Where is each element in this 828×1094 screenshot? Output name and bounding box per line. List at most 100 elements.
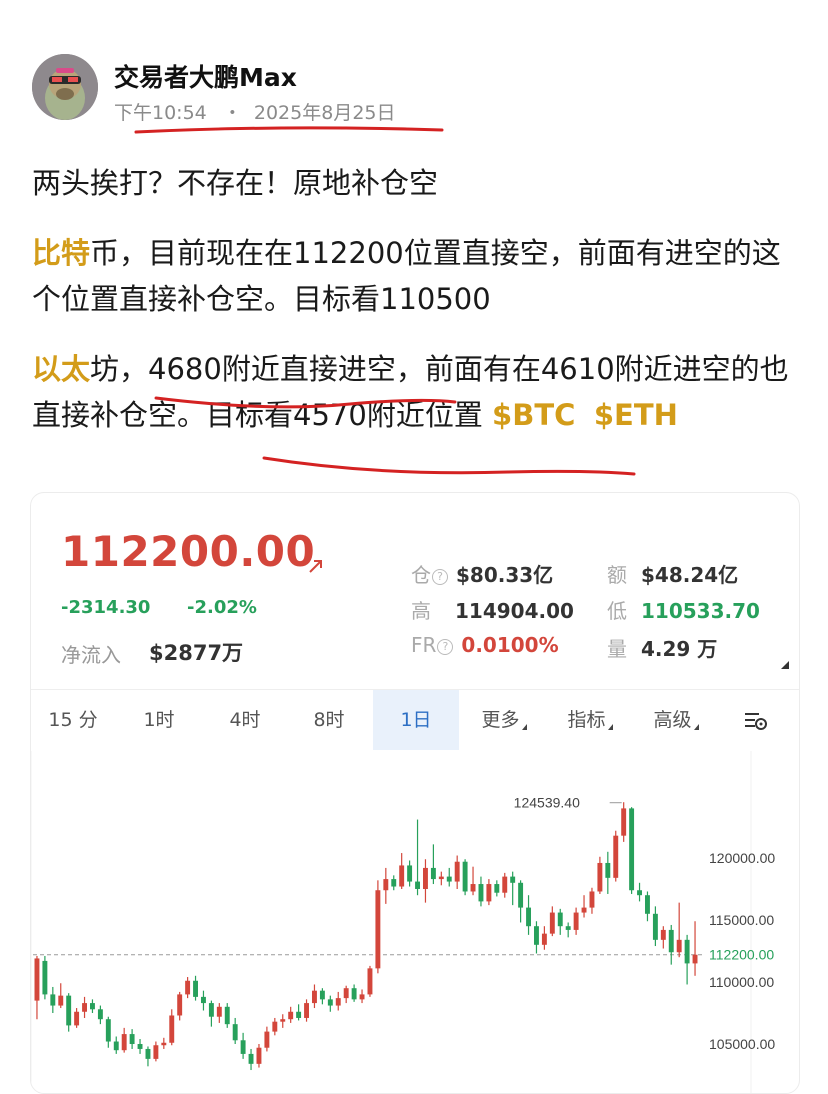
tab-advanced[interactable]: 高级 — [635, 690, 717, 750]
candle-body — [597, 862, 603, 892]
post-date: 2025年8月25日 — [253, 102, 396, 124]
candle-body — [193, 980, 198, 997]
candle-body — [430, 867, 436, 880]
candle-body — [216, 1006, 222, 1017]
market-card[interactable]: 112200.00 -2314.30 -2.02% 净流入 $2877万 仓? $… — [30, 492, 800, 1094]
candle-body — [589, 891, 595, 908]
candle-body — [319, 990, 325, 1000]
help-icon[interactable]: ? — [437, 639, 454, 655]
max-price-label: 124539.40 — [514, 795, 580, 811]
last-price: 112200.00 — [61, 527, 316, 576]
candle-body — [351, 988, 357, 1000]
chart-settings-icon[interactable] — [743, 709, 769, 733]
high-label: 高 — [411, 599, 431, 623]
candle-body — [470, 884, 476, 892]
candle-body — [645, 895, 650, 914]
candle-body — [34, 958, 40, 1001]
candle-body — [121, 1034, 127, 1051]
candle-body — [208, 1003, 214, 1017]
candle-body — [629, 808, 635, 891]
y-tick-label: 110000.00 — [709, 974, 774, 990]
candle-body — [42, 960, 48, 995]
candle-body — [256, 1047, 262, 1064]
oi-value: $80.33亿 — [456, 563, 554, 587]
oi-label: 仓 — [411, 563, 431, 587]
post-eth-paragraph: 以太坊，4680附近直接进空，前面有在4610附近进空的也直接补仓空。目标看45… — [32, 346, 802, 438]
candle-body — [668, 929, 674, 953]
price-change-pct: -2.02% — [187, 597, 257, 618]
candle-body — [224, 1006, 230, 1025]
candle-body — [74, 1011, 80, 1026]
tab-advanced-label: 高级 — [653, 709, 692, 731]
vol-value: 4.29 万 — [641, 637, 718, 661]
tab-indicators[interactable]: 指标 — [549, 690, 631, 750]
dropdown-corner-icon — [521, 724, 527, 730]
net-inflow-label: 净流入 — [61, 643, 121, 667]
candle-body — [494, 884, 500, 893]
eth-text-b: 4680附近直接进空 — [148, 352, 396, 386]
candle-body — [660, 929, 666, 940]
candle-body — [613, 835, 619, 878]
candle-body — [573, 912, 579, 930]
candle-body — [684, 939, 690, 964]
candle-body — [169, 1015, 175, 1043]
candle-body — [621, 808, 627, 836]
eth-text-d: 目标看4570附近位置 — [206, 398, 483, 432]
tab-8h[interactable]: 8时 — [293, 690, 365, 750]
tab-1h[interactable]: 1时 — [123, 690, 195, 750]
expand-corner-icon[interactable] — [781, 661, 789, 669]
candle-body — [185, 980, 191, 995]
author-name[interactable]: 交易者大鹏Max — [114, 58, 297, 94]
candle-body — [304, 1003, 309, 1018]
candle-body — [145, 1048, 151, 1059]
candle-body — [50, 994, 56, 1006]
candle-body — [415, 881, 420, 889]
eth-text-a: 坊， — [90, 352, 149, 386]
help-icon[interactable]: ? — [432, 569, 448, 585]
candle-body — [510, 876, 516, 883]
tab-1d[interactable]: 1日 — [373, 690, 459, 750]
tab-15m[interactable]: 15 分 — [37, 690, 109, 750]
candle-body — [153, 1045, 159, 1059]
eth-ticker-link[interactable]: $ETH — [594, 398, 678, 432]
candle-body — [565, 926, 571, 930]
btc-ticker-link[interactable]: $BTC — [492, 398, 575, 432]
candle-body — [423, 867, 428, 889]
tab-4h[interactable]: 4时 — [209, 690, 281, 750]
btc-text: 币，目前现在在112200位置直接空，前面有进空的这个位置直接补仓空。目标看11… — [32, 236, 781, 316]
y-tick-label: 105000.00 — [709, 1036, 775, 1052]
eth-label: 以太 — [32, 352, 91, 386]
candle-body — [462, 861, 468, 892]
candle-body — [383, 879, 389, 891]
candle-body — [526, 907, 531, 927]
candle-body — [201, 996, 206, 1004]
candle-body — [652, 913, 658, 940]
candle-body — [113, 1041, 119, 1051]
avatar[interactable] — [32, 54, 98, 120]
candle-body — [129, 1034, 135, 1044]
stat-open-interest: 仓? $80.33亿 — [411, 559, 553, 588]
low-value: 110533.70 — [641, 599, 760, 623]
tab-more[interactable]: 更多 — [463, 690, 545, 750]
btc-label: 比特 — [32, 236, 91, 270]
candle-body — [692, 954, 698, 964]
candle-body — [446, 876, 452, 882]
price-change: -2314.30 — [61, 597, 151, 618]
candle-body — [534, 926, 539, 945]
vol-label: 量 — [607, 637, 627, 661]
stat-low: 低 110533.70 — [607, 595, 760, 624]
candle-body — [359, 994, 365, 1000]
candle-body — [288, 1011, 294, 1020]
candle-body — [486, 884, 492, 902]
candlestick-chart[interactable]: 120000.00 115000.00 110000.00 105000.00 1122… — [31, 751, 799, 1093]
stat-turnover: 额 $48.24亿 — [607, 559, 738, 588]
candle-body — [66, 995, 72, 1026]
candle-body — [90, 1003, 95, 1010]
dropdown-corner-icon — [607, 724, 613, 730]
candle-body — [438, 876, 444, 880]
candle-body — [161, 1042, 167, 1046]
candle-body — [478, 884, 484, 902]
candle-body — [399, 865, 405, 887]
candle-body — [541, 933, 547, 945]
candle-body — [407, 865, 413, 882]
